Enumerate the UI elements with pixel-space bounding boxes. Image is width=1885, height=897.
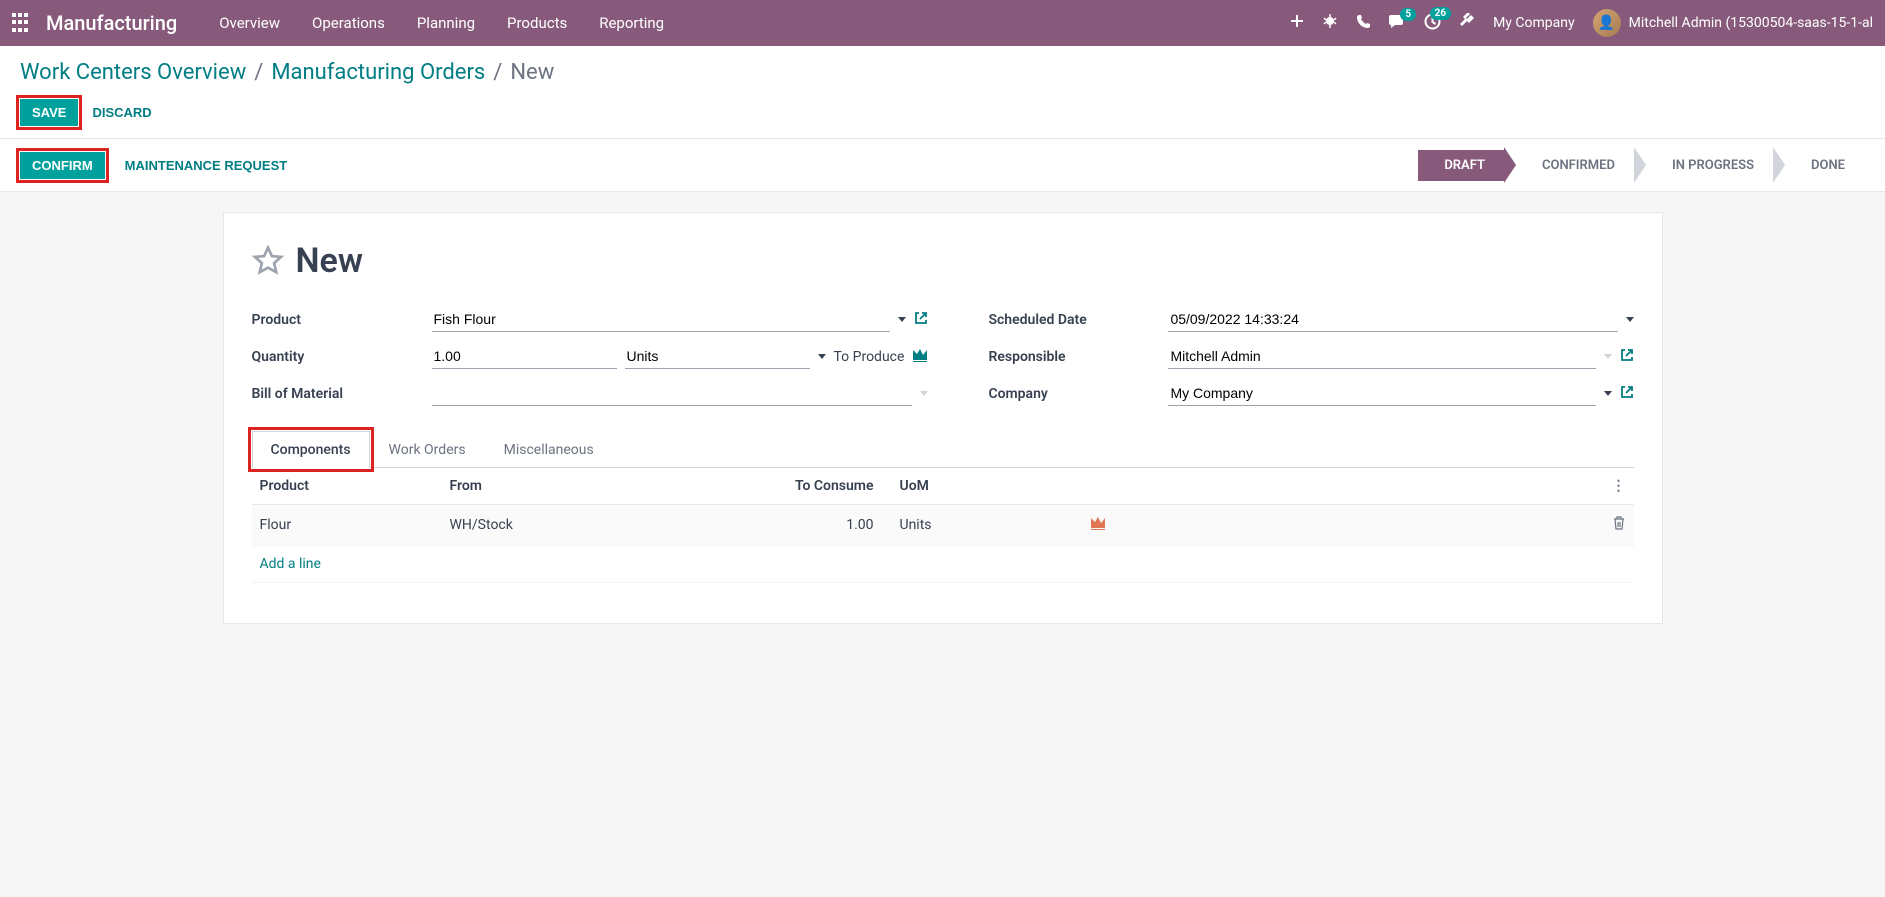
breadcrumb-current: New bbox=[510, 60, 554, 85]
label-product: Product bbox=[252, 312, 422, 328]
label-quantity: Quantity bbox=[252, 349, 422, 365]
status-steps: DRAFT CONFIRMED IN PROGRESS DONE bbox=[1418, 147, 1865, 183]
tab-work-orders[interactable]: Work Orders bbox=[370, 431, 485, 468]
company-dropdown-caret[interactable] bbox=[1604, 391, 1612, 396]
uom-input[interactable] bbox=[625, 344, 810, 369]
menu-products[interactable]: Products bbox=[493, 6, 581, 40]
user-name: Mitchell Admin (15300504-saas-15-1-al bbox=[1629, 15, 1873, 31]
tools-icon[interactable] bbox=[1459, 13, 1475, 33]
confirm-button[interactable]: CONFIRM bbox=[20, 152, 105, 179]
components-table: Product From To Consume UoM ⋮ Flour WH/S… bbox=[252, 468, 1634, 583]
step-draft[interactable]: DRAFT bbox=[1418, 150, 1505, 181]
avatar: 👤 bbox=[1593, 9, 1621, 37]
row-forecast-chart-icon[interactable] bbox=[1090, 518, 1106, 534]
step-in-progress[interactable]: IN PROGRESS bbox=[1646, 150, 1774, 181]
star-icon[interactable] bbox=[252, 245, 284, 277]
top-nav: Manufacturing Overview Operations Planni… bbox=[0, 0, 1885, 46]
cell-from[interactable]: WH/Stock bbox=[442, 505, 742, 546]
forecast-chart-icon[interactable] bbox=[912, 348, 928, 366]
scheduled-date-input[interactable] bbox=[1168, 307, 1617, 332]
bug-icon[interactable] bbox=[1322, 13, 1338, 33]
menu-operations[interactable]: Operations bbox=[298, 6, 399, 40]
delete-row-icon[interactable] bbox=[1612, 519, 1626, 535]
breadcrumb-manufacturing-orders[interactable]: Manufacturing Orders bbox=[271, 60, 485, 85]
table-options-icon[interactable]: ⋮ bbox=[1612, 478, 1626, 494]
tabs: Components Work Orders Miscellaneous bbox=[252, 430, 1634, 468]
label-bom: Bill of Material bbox=[252, 386, 422, 402]
col-product: Product bbox=[252, 468, 442, 505]
step-confirmed[interactable]: CONFIRMED bbox=[1516, 150, 1635, 181]
apps-icon[interactable] bbox=[12, 13, 32, 33]
subheader: Work Centers Overview / Manufacturing Or… bbox=[0, 46, 1885, 138]
chat-badge: 5 bbox=[1400, 8, 1416, 21]
save-button[interactable]: SAVE bbox=[20, 99, 78, 126]
cell-uom[interactable]: Units bbox=[882, 505, 1082, 546]
to-produce-label: To Produce bbox=[834, 349, 905, 365]
phone-icon[interactable] bbox=[1356, 14, 1371, 33]
menu-overview[interactable]: Overview bbox=[205, 6, 294, 40]
page-title: New bbox=[296, 241, 363, 281]
activity-icon[interactable]: 26 bbox=[1424, 13, 1441, 34]
form-grid: Product Quantity To Produce bbox=[252, 307, 1634, 406]
user-menu[interactable]: 👤 Mitchell Admin (15300504-saas-15-1-al bbox=[1593, 9, 1873, 37]
breadcrumb-work-centers[interactable]: Work Centers Overview bbox=[20, 60, 246, 85]
cell-product[interactable]: Flour bbox=[252, 505, 442, 546]
tab-miscellaneous[interactable]: Miscellaneous bbox=[485, 431, 613, 468]
responsible-external-link-icon[interactable] bbox=[1620, 348, 1634, 366]
label-responsible: Responsible bbox=[988, 349, 1158, 365]
company-selector[interactable]: My Company bbox=[1493, 15, 1575, 31]
scheduled-dropdown-caret[interactable] bbox=[1626, 317, 1634, 322]
status-bar: CONFIRM MAINTENANCE REQUEST DRAFT CONFIR… bbox=[0, 138, 1885, 192]
col-from: From bbox=[442, 468, 742, 505]
company-external-link-icon[interactable] bbox=[1620, 385, 1634, 403]
responsible-input[interactable] bbox=[1168, 344, 1595, 369]
form-sheet: New Product Quantity bbox=[223, 212, 1663, 624]
quantity-input[interactable] bbox=[432, 344, 617, 369]
step-done[interactable]: DONE bbox=[1785, 150, 1865, 181]
cell-to-consume[interactable]: 1.00 bbox=[742, 505, 882, 546]
app-brand[interactable]: Manufacturing bbox=[46, 11, 177, 35]
activity-badge: 26 bbox=[1430, 7, 1451, 20]
nav-right: 5 26 My Company 👤 Mitchell Admin (153005… bbox=[1290, 9, 1873, 37]
bom-input[interactable] bbox=[432, 381, 913, 406]
responsible-dropdown-caret[interactable] bbox=[1604, 354, 1612, 359]
product-input[interactable] bbox=[432, 307, 891, 332]
product-dropdown-caret[interactable] bbox=[898, 317, 906, 322]
col-uom: UoM bbox=[882, 468, 1082, 505]
add-line-button[interactable]: Add a line bbox=[252, 546, 1634, 583]
discard-button[interactable]: DISCARD bbox=[92, 105, 151, 120]
table-row[interactable]: Flour WH/Stock 1.00 Units bbox=[252, 505, 1634, 546]
main-menu: Overview Operations Planning Products Re… bbox=[205, 6, 678, 40]
menu-reporting[interactable]: Reporting bbox=[585, 6, 678, 40]
chat-icon[interactable]: 5 bbox=[1389, 14, 1406, 33]
tab-components[interactable]: Components bbox=[252, 431, 370, 468]
uom-dropdown-caret[interactable] bbox=[818, 354, 826, 359]
maintenance-request-button[interactable]: MAINTENANCE REQUEST bbox=[125, 158, 288, 173]
title-row: New bbox=[252, 241, 1634, 281]
bom-dropdown-caret[interactable] bbox=[920, 391, 928, 396]
breadcrumb: Work Centers Overview / Manufacturing Or… bbox=[20, 60, 1865, 85]
company-input[interactable] bbox=[1168, 381, 1595, 406]
label-company: Company bbox=[988, 386, 1158, 402]
actions-row: SAVE DISCARD bbox=[20, 99, 1865, 126]
menu-planning[interactable]: Planning bbox=[403, 6, 489, 40]
product-external-link-icon[interactable] bbox=[914, 311, 928, 329]
plus-icon[interactable] bbox=[1290, 14, 1304, 32]
col-to-consume: To Consume bbox=[742, 468, 882, 505]
label-scheduled: Scheduled Date bbox=[988, 312, 1158, 328]
